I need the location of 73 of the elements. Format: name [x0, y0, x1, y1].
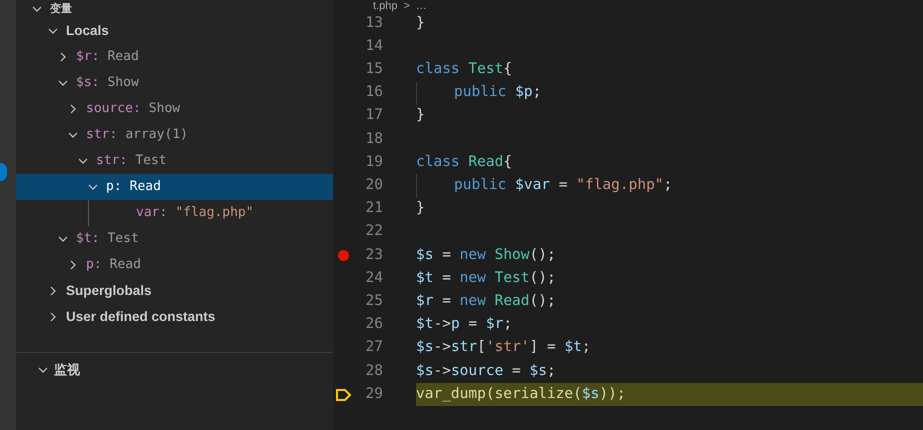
- variable-entry: str: array(1): [86, 126, 188, 144]
- tree-row[interactable]: source: Show: [16, 96, 333, 122]
- variable-entry: $t: Test: [76, 230, 139, 248]
- code-line: $t = new Test();: [416, 268, 557, 288]
- line-number: 15: [364, 60, 383, 80]
- tree-row[interactable]: $t: Test: [16, 226, 333, 252]
- line-number: 27: [364, 338, 383, 358]
- code-line: class Read{: [416, 152, 514, 172]
- breadcrumb-item[interactable]: …: [416, 0, 427, 12]
- line-number: 29: [364, 384, 383, 404]
- tree-row[interactable]: User defined constants: [16, 304, 333, 330]
- tree-row[interactable]: var: "flag.php": [16, 200, 333, 226]
- chevron-down-icon[interactable]: [78, 156, 88, 166]
- tree-row[interactable]: Superglobals: [16, 278, 333, 304]
- line-number: 23: [364, 246, 383, 265]
- line-number: 25: [364, 292, 383, 311]
- line-number: 19: [364, 152, 383, 172]
- tree-row[interactable]: p: Read: [16, 174, 333, 200]
- chevron-down-icon[interactable]: [58, 234, 68, 244]
- chevron-down-icon[interactable]: [38, 364, 48, 374]
- code-line: $s = new Show();: [416, 246, 557, 265]
- code-line: $s->str['str'] = $t;: [416, 338, 592, 358]
- variable-entry: var: "flag.php": [136, 204, 254, 222]
- line-number: 22: [364, 222, 383, 242]
- code-line: }: [416, 14, 426, 33]
- chevron-down-icon[interactable]: [32, 4, 42, 14]
- breakpoint-icon[interactable]: [338, 250, 348, 261]
- line-number: 28: [364, 362, 383, 381]
- chevron-right-icon[interactable]: [48, 312, 58, 322]
- breadcrumb-item[interactable]: >: [403, 0, 410, 12]
- tree-row[interactable]: Locals: [16, 18, 333, 44]
- code-line: public $p;: [416, 82, 923, 105]
- code-line: class Test{: [416, 60, 514, 80]
- line-number: 26: [364, 315, 383, 334]
- variable-entry: str: Test: [96, 152, 167, 170]
- panel-title[interactable]: 变量: [50, 4, 72, 14]
- chevron-right-icon[interactable]: [68, 260, 78, 270]
- variable-entry: $s: Show: [76, 74, 139, 92]
- chevron-down-icon[interactable]: [58, 78, 68, 88]
- variable-entry: $r: Read: [76, 48, 139, 66]
- panel-title[interactable]: 监视: [54, 360, 80, 380]
- chevron-right-icon[interactable]: [68, 104, 78, 114]
- chevron-down-icon[interactable]: [48, 26, 58, 36]
- breadcrumb-item[interactable]: t.php: [373, 0, 398, 12]
- tree-row[interactable]: $r: Read: [16, 44, 333, 70]
- variable-entry: source: Show: [86, 100, 180, 118]
- chevron-down-icon[interactable]: [68, 130, 78, 140]
- variable-entry: p: Read: [106, 178, 161, 196]
- chevron-right-icon[interactable]: [58, 52, 68, 62]
- chevron-right-icon[interactable]: [48, 286, 58, 296]
- line-number: 13: [364, 14, 383, 33]
- line-number: 17: [364, 106, 383, 126]
- chevron-down-icon[interactable]: [88, 182, 98, 192]
- line-number: 20: [364, 176, 383, 196]
- line-number: 24: [364, 268, 383, 288]
- line-number: 21: [364, 199, 383, 218]
- tree-row[interactable]: str: array(1): [16, 122, 333, 148]
- tree-row[interactable]: $s: Show: [16, 70, 333, 96]
- variable-entry: p: Read: [86, 256, 141, 274]
- scope-label: User defined constants: [66, 308, 216, 326]
- line-number: 18: [364, 130, 383, 149]
- code-line: $r = new Read();: [416, 292, 557, 311]
- tree-row[interactable]: p: Read: [16, 252, 333, 278]
- tree-row[interactable]: str: Test: [16, 148, 333, 174]
- code-line: $t->p = $r;: [416, 315, 514, 334]
- scope-label: Superglobals: [66, 282, 152, 300]
- code-line: public $var = "flag.php";: [416, 174, 923, 198]
- code-line: $s->source = $s;: [416, 362, 557, 381]
- line-number: 16: [364, 83, 383, 102]
- code-line: }: [416, 199, 426, 218]
- line-number: 14: [364, 36, 383, 56]
- code-line: }: [416, 106, 426, 126]
- scope-label: Locals: [66, 22, 109, 40]
